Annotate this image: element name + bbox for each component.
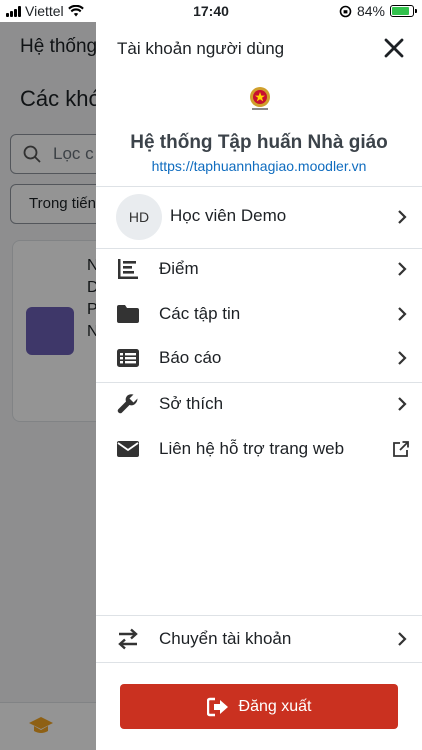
divider bbox=[96, 615, 422, 616]
orientation-lock-icon bbox=[339, 5, 352, 17]
menu-item-contact-support[interactable]: Liên hệ hỗ trợ trang web bbox=[96, 427, 422, 471]
divider bbox=[96, 186, 422, 187]
drawer-title: Tài khoản người dùng bbox=[117, 39, 285, 58]
swap-arrows-icon bbox=[118, 628, 138, 650]
user-profile-row[interactable]: HD Học viên Demo bbox=[96, 192, 422, 242]
menu-item-label: Sở thích bbox=[159, 394, 224, 413]
close-icon[interactable] bbox=[382, 36, 406, 60]
menu-item-files[interactable]: Các tập tin bbox=[96, 292, 422, 336]
menu-item-label: Điểm bbox=[159, 259, 199, 278]
chevron-right-icon bbox=[398, 397, 407, 411]
status-right: 84% bbox=[339, 3, 417, 19]
site-logo-icon bbox=[250, 87, 270, 110]
battery-percent: 84% bbox=[356, 3, 385, 19]
chevron-right-icon bbox=[398, 210, 407, 224]
menu-item-preferences[interactable]: Sở thích bbox=[96, 382, 422, 426]
drawer-header: Tài khoản người dùng bbox=[96, 22, 422, 74]
menu-item-label: Báo cáo bbox=[159, 348, 222, 367]
battery-icon bbox=[390, 5, 417, 17]
external-link-icon bbox=[393, 441, 409, 457]
folder-icon bbox=[117, 305, 139, 323]
logout-button[interactable]: Đăng xuất bbox=[120, 684, 398, 729]
site-url-link[interactable]: https://taphuannhagiao.moodler.vn bbox=[96, 158, 422, 174]
grades-icon bbox=[118, 259, 138, 279]
status-bar: Viettel 17:40 84% bbox=[0, 0, 422, 22]
site-name: Hệ thống Tập huấn Nhà giáo bbox=[130, 132, 388, 153]
sign-out-icon bbox=[206, 697, 228, 716]
chevron-right-icon bbox=[398, 351, 407, 365]
wrench-icon bbox=[117, 394, 138, 414]
menu-item-label: Liên hệ hỗ trợ trang web bbox=[159, 439, 345, 458]
avatar: HD bbox=[116, 194, 162, 240]
chevron-right-icon bbox=[398, 632, 407, 646]
menu-item-grades[interactable]: Điểm bbox=[96, 247, 422, 291]
divider bbox=[96, 662, 422, 663]
switch-account-label: Chuyển tài khoản bbox=[159, 629, 292, 648]
menu-item-reports[interactable]: Báo cáo bbox=[96, 336, 422, 380]
menu-item-label: Các tập tin bbox=[159, 304, 241, 323]
user-name: Học viên Demo bbox=[170, 206, 287, 225]
chevron-right-icon bbox=[398, 307, 407, 321]
logout-label: Đăng xuất bbox=[238, 697, 312, 715]
user-account-drawer: Tài khoản người dùng Hệ thống Tập huấn N… bbox=[96, 22, 422, 750]
reports-icon bbox=[117, 349, 139, 367]
envelope-icon bbox=[117, 441, 139, 457]
switch-account-row[interactable]: Chuyển tài khoản bbox=[96, 617, 422, 661]
chevron-right-icon bbox=[398, 262, 407, 276]
